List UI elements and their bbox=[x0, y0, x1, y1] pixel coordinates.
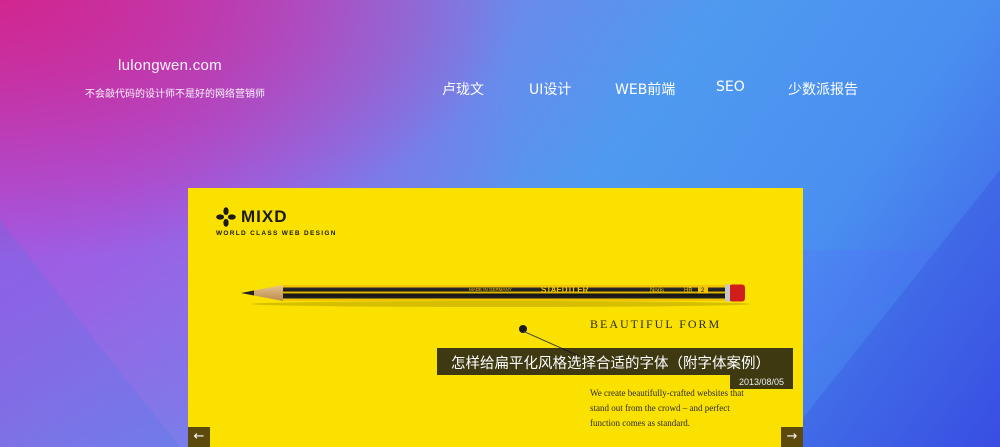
prev-slide-button[interactable]: ← bbox=[188, 427, 210, 447]
nav-item-home[interactable]: 卢珑文 bbox=[442, 79, 484, 99]
background-facet bbox=[0, 220, 180, 447]
pencil-brand: STAEDTLER bbox=[541, 286, 589, 295]
next-slide-button[interactable]: → bbox=[781, 427, 803, 447]
mixd-logo-icon bbox=[216, 207, 236, 227]
pencil-illustration: MADE IN GERMANY STAEDTLER Noris HB 2 bbox=[241, 284, 751, 307]
feature-line: function comes as standard. bbox=[590, 418, 690, 428]
feature-line: stand out from the crowd – and perfect bbox=[590, 403, 730, 413]
feature-copy: We create beautifully-crafted websites t… bbox=[590, 386, 790, 431]
pencil-made-in: MADE IN GERMANY bbox=[469, 287, 512, 292]
logo-tagline: WORLD CLASS WEB DESIGN bbox=[216, 230, 337, 237]
main-nav: 卢珑文 UI设计 WEB前端 SEO 少数派报告 bbox=[0, 79, 1000, 101]
post-title-link[interactable]: 怎样给扁平化风格选择合适的字体（附字体案例） bbox=[451, 352, 770, 373]
nav-item-web-frontend[interactable]: WEB前端 bbox=[615, 79, 675, 99]
background-facet bbox=[800, 250, 940, 370]
post-date: 2013/08/05 bbox=[730, 375, 793, 389]
post-caption[interactable]: 怎样给扁平化风格选择合适的字体（附字体案例） bbox=[437, 348, 793, 375]
pencil-grade: HB bbox=[684, 288, 692, 294]
feature-title: BEAUTIFUL FORM bbox=[590, 317, 722, 331]
logo-name: MIXD bbox=[241, 207, 288, 226]
site-name[interactable]: lulongwen.com bbox=[0, 57, 340, 74]
nav-item-seo[interactable]: SEO bbox=[716, 79, 745, 95]
nav-item-ui-design[interactable]: UI设计 bbox=[529, 79, 571, 99]
pencil-model: Noris bbox=[650, 288, 664, 294]
nav-item-report[interactable]: 少数派报告 bbox=[788, 79, 858, 99]
featured-slide[interactable]: MIXD WORLD CLASS WEB DESIGN MADE IN GERM… bbox=[188, 188, 803, 447]
